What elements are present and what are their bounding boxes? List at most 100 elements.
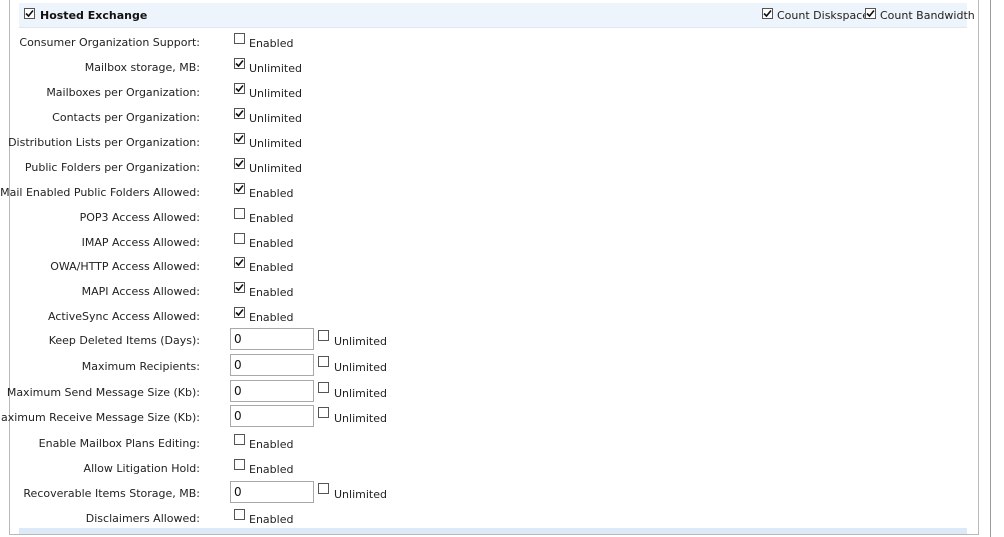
- form-row: Mailbox storage, MB: Unlimited: [0, 53, 980, 78]
- field-label: OWA/HTTP Access Allowed:: [50, 260, 200, 273]
- count-bandwidth-label: Count Bandwidth: [880, 9, 975, 22]
- unlimited-label: Unlimited: [334, 387, 387, 400]
- count-diskspace-checkbox[interactable]: [762, 8, 773, 19]
- checkmark-icon: [235, 59, 244, 68]
- field-label: Public Folders per Organization:: [24, 161, 200, 174]
- unlimited-label: Unlimited: [334, 412, 387, 425]
- checkmark-icon: [763, 9, 772, 18]
- field-label: Maximum Send Message Size (Kb):: [6, 386, 200, 399]
- field-label: MAPI Access Allowed:: [81, 285, 200, 298]
- field-label: ActiveSync Access Allowed:: [47, 310, 200, 323]
- option-checkbox[interactable]: [234, 307, 245, 318]
- option-checkbox[interactable]: [234, 158, 245, 169]
- option-label: Enabled: [249, 237, 294, 250]
- option-label: Enabled: [249, 438, 294, 451]
- field-label: Recoverable Items Storage, MB:: [23, 487, 200, 500]
- field-label: Keep Deleted Items (Days):: [48, 334, 200, 347]
- field-label: Allow Litigation Hold:: [83, 462, 200, 475]
- option-checkbox[interactable]: [234, 58, 245, 69]
- option-label: Enabled: [249, 513, 294, 526]
- checkmark-icon: [235, 134, 244, 143]
- option-checkbox[interactable]: [234, 282, 245, 293]
- checkmark-icon: [235, 184, 244, 193]
- form-row: Maximum Send Message Size (Kb): Unlimited: [0, 378, 980, 403]
- next-section-header: [19, 528, 967, 534]
- count-diskspace-label: Count Diskspace: [777, 9, 870, 22]
- option-checkbox[interactable]: [234, 108, 245, 119]
- form-row: Public Folders per Organization: Unlimite…: [0, 153, 980, 178]
- option-checkbox[interactable]: [234, 183, 245, 194]
- form-row: MAPI Access Allowed: Enabled: [0, 277, 980, 302]
- unlimited-checkbox[interactable]: [318, 330, 329, 341]
- option-label: Enabled: [249, 311, 294, 324]
- form-row: Keep Deleted Items (Days): Unlimited: [0, 326, 980, 351]
- quota-value-input[interactable]: [230, 405, 314, 427]
- form-row: Consumer Organization Support: Enabled: [0, 28, 980, 53]
- option-checkbox[interactable]: [234, 33, 245, 44]
- option-label: Enabled: [249, 212, 294, 225]
- field-label: Maximum Recipients:: [81, 360, 200, 373]
- option-label: Unlimited: [249, 137, 302, 150]
- checkmark-icon: [235, 109, 244, 118]
- field-label: Distribution Lists per Organization:: [8, 136, 200, 149]
- option-checkbox[interactable]: [234, 509, 245, 520]
- unlimited-checkbox[interactable]: [318, 483, 329, 494]
- field-label: Enable Mailbox Plans Editing:: [38, 437, 200, 450]
- option-label: Enabled: [249, 261, 294, 274]
- form-row: OWA/HTTP Access Allowed: Enabled: [0, 252, 980, 277]
- option-label: Enabled: [249, 187, 294, 200]
- checkmark-icon: [235, 258, 244, 267]
- unlimited-label: Unlimited: [334, 335, 387, 348]
- unlimited-checkbox[interactable]: [318, 407, 329, 418]
- quota-value-input[interactable]: [230, 354, 314, 376]
- field-label: Consumer Organization Support:: [19, 36, 200, 49]
- form-row: Maximum Recipients: Unlimited: [0, 352, 980, 377]
- field-label: Mailbox storage, MB:: [84, 61, 200, 74]
- form-row: Distribution Lists per Organization: Unli…: [0, 128, 980, 153]
- checkmark-icon: [235, 283, 244, 292]
- count-bandwidth-checkbox[interactable]: [865, 8, 876, 19]
- section-title: Hosted Exchange: [40, 9, 148, 22]
- quota-value-input[interactable]: [230, 380, 314, 402]
- option-label: Unlimited: [249, 162, 302, 175]
- form-row: Disclaimers Allowed: Enabled: [0, 504, 980, 529]
- checkmark-icon: [235, 308, 244, 317]
- unlimited-checkbox[interactable]: [318, 382, 329, 393]
- form-row: Mailboxes per Organization: Unlimited: [0, 78, 980, 103]
- checkmark-icon: [235, 84, 244, 93]
- form-row: Mail Enabled Public Folders Allowed: Enab…: [0, 178, 980, 203]
- option-checkbox[interactable]: [234, 208, 245, 219]
- option-checkbox[interactable]: [234, 257, 245, 268]
- form-row: POP3 Access Allowed: Enabled: [0, 203, 980, 228]
- form-row: Allow Litigation Hold: Enabled: [0, 454, 980, 479]
- option-label: Unlimited: [249, 87, 302, 100]
- option-checkbox[interactable]: [234, 459, 245, 470]
- field-label: Mail Enabled Public Folders Allowed:: [0, 186, 200, 199]
- checkmark-icon: [866, 9, 875, 18]
- field-label: IMAP Access Allowed:: [81, 236, 200, 249]
- option-label: Unlimited: [249, 62, 302, 75]
- quota-value-input[interactable]: [230, 328, 314, 350]
- field-label: Contacts per Organization:: [52, 111, 200, 124]
- checkmark-icon: [235, 159, 244, 168]
- option-checkbox[interactable]: [234, 83, 245, 94]
- quota-value-input[interactable]: [230, 481, 314, 503]
- form-row: Contacts per Organization: Unlimited: [0, 103, 980, 128]
- vertical-scrollbar[interactable]: [990, 0, 1003, 537]
- option-checkbox[interactable]: [234, 434, 245, 445]
- form-row: IMAP Access Allowed: Enabled: [0, 228, 980, 253]
- hosted-exchange-checkbox[interactable]: [24, 8, 35, 19]
- option-label: Enabled: [249, 463, 294, 476]
- option-label: Enabled: [249, 286, 294, 299]
- form-row: Maximum Receive Message Size (Kb): Unlimi…: [0, 403, 980, 428]
- option-checkbox[interactable]: [234, 233, 245, 244]
- option-checkbox[interactable]: [234, 133, 245, 144]
- unlimited-checkbox[interactable]: [318, 356, 329, 367]
- option-label: Unlimited: [249, 112, 302, 125]
- field-label: POP3 Access Allowed:: [79, 211, 200, 224]
- form-row: ActiveSync Access Allowed: Enabled: [0, 302, 980, 327]
- field-label: Maximum Receive Message Size (Kb):: [0, 411, 200, 424]
- field-label: Disclaimers Allowed:: [85, 512, 200, 525]
- unlimited-label: Unlimited: [334, 488, 387, 501]
- checkmark-icon: [25, 9, 34, 18]
